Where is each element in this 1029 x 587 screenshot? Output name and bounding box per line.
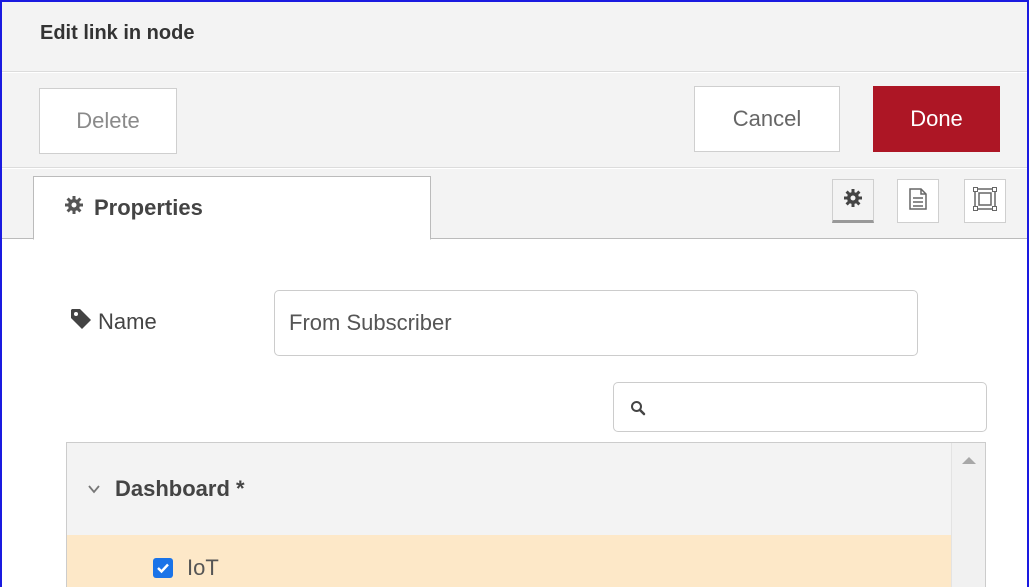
tray-title: Edit link in node: [40, 22, 195, 44]
tree-group-dashboard[interactable]: Dashboard *: [67, 443, 951, 535]
done-button[interactable]: Done: [873, 86, 1000, 152]
properties-tab-button[interactable]: [832, 179, 874, 223]
tree-item-label: IoT: [187, 555, 219, 580]
gear-icon: [64, 195, 94, 221]
tag-icon: [70, 308, 98, 336]
search-input[interactable]: [658, 389, 978, 425]
description-tab-button[interactable]: [897, 179, 939, 223]
name-label: Name: [70, 308, 157, 336]
tab-properties-label: Properties: [94, 195, 203, 220]
tree-scrollbar[interactable]: [951, 443, 985, 587]
gear-icon: [843, 188, 863, 213]
name-label-text: Name: [98, 309, 157, 334]
object-ungroup-icon: [973, 186, 997, 216]
appearance-tab-button[interactable]: [964, 179, 1006, 223]
search-box[interactable]: [613, 382, 987, 432]
scroll-up-arrow-icon[interactable]: [962, 457, 976, 464]
properties-panel: Name Dashboard *: [2, 240, 1027, 587]
tray-header: Edit link in node: [2, 2, 1027, 72]
link-target-tree: Dashboard * IoT: [66, 442, 986, 587]
editor-tray: Edit link in node Delete Cancel Done Pro…: [0, 0, 1029, 587]
chevron-down-icon[interactable]: [87, 476, 101, 502]
tab-strip: Properties: [2, 169, 1027, 240]
file-text-icon: [909, 187, 927, 215]
checkbox-checked[interactable]: [153, 558, 173, 578]
delete-button[interactable]: Delete: [39, 88, 177, 154]
name-input[interactable]: [274, 290, 918, 356]
tree-item-iot[interactable]: IoT: [67, 535, 951, 587]
tab-properties[interactable]: Properties: [33, 176, 431, 240]
tray-toolbar: Delete Cancel Done: [2, 73, 1027, 168]
tree-group-label: Dashboard *: [115, 476, 245, 501]
cancel-button[interactable]: Cancel: [694, 86, 840, 152]
